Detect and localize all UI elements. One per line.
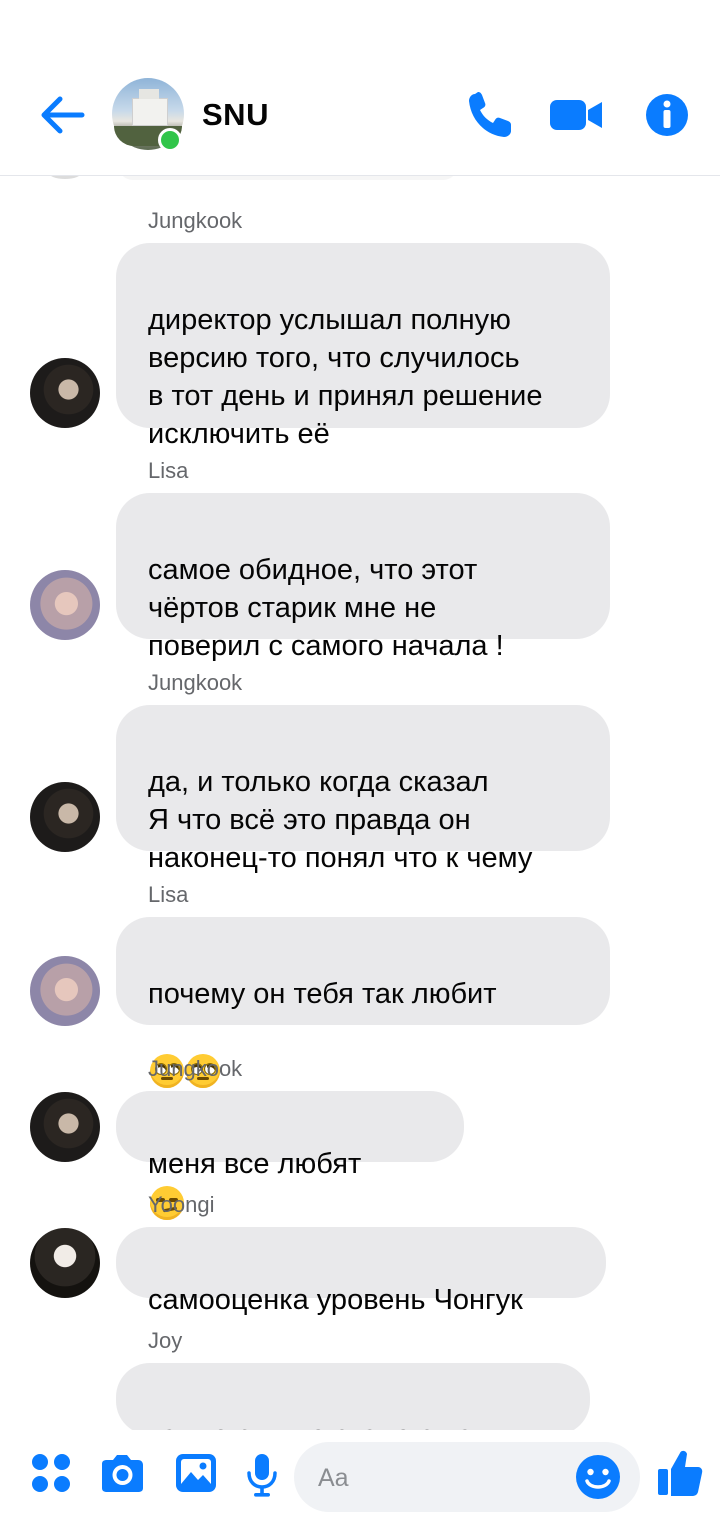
sender-name: Jungkook [148,208,243,233]
jungkook-avatar[interactable] [30,1092,100,1162]
message-bubble[interactable]: самое обидное, что этот чёртов старик мн… [116,493,610,662]
message-text: да, и только когда сказал Я что всё это … [148,766,533,874]
message-bubble[interactable]: самооценка уровень Чонгук [116,1227,606,1316]
camera-icon[interactable] [98,1452,146,1494]
message-text: почему он тебя так любит [148,978,497,1010]
back-arrow-icon[interactable] [38,93,86,137]
sender-name: Joy [148,1328,183,1353]
microphone-icon[interactable] [246,1452,278,1498]
gallery-icon[interactable] [174,1452,218,1494]
chat-title[interactable]: SNU [202,97,269,133]
lisa-avatar[interactable] [30,956,100,1026]
message-text: самооценка уровень Чонгук [148,1284,523,1316]
phone-icon[interactable] [466,90,514,140]
thumbs-up-icon[interactable] [656,1448,704,1498]
message-bubble[interactable]: меня все любят [116,1091,464,1221]
sender-name: Jungkook [148,670,243,695]
message-composer[interactable] [294,1442,640,1512]
message-bubble[interactable]: как-то скучно стало с вами [116,1363,590,1452]
message-text: директор услышал полную версию того, что… [148,304,543,450]
sender-name: Lisa [148,882,189,907]
sender-name: Yoongi [148,1192,215,1217]
composer-bar [0,1430,720,1520]
yoongi-avatar[interactable] [30,1228,100,1298]
jungkook-avatar[interactable] [30,782,100,852]
sender-name: Lisa [148,458,189,483]
message-bubble[interactable]: почему он тебя так любит [116,917,610,1089]
message-input[interactable] [316,1458,560,1498]
online-status-dot [158,128,182,152]
message-bubble[interactable]: директор услышал полную версию того, что… [116,243,610,450]
message-text: меня все любят [148,1148,362,1180]
lisa-avatar[interactable] [30,570,100,640]
emoji-icon[interactable] [574,1453,622,1501]
message-bubble[interactable]: да, и только когда сказал Я что всё это … [116,705,610,874]
apps-icon[interactable] [30,1452,72,1494]
info-icon[interactable] [644,90,690,140]
message-text: самое обидное, что этот чёртов старик мн… [148,554,504,662]
building-image [132,89,168,126]
chat-header: SNU [0,0,720,176]
video-camera-icon[interactable] [548,90,604,140]
sender-name: Jungkook [148,1056,243,1081]
jungkook-avatar[interactable] [30,358,100,428]
